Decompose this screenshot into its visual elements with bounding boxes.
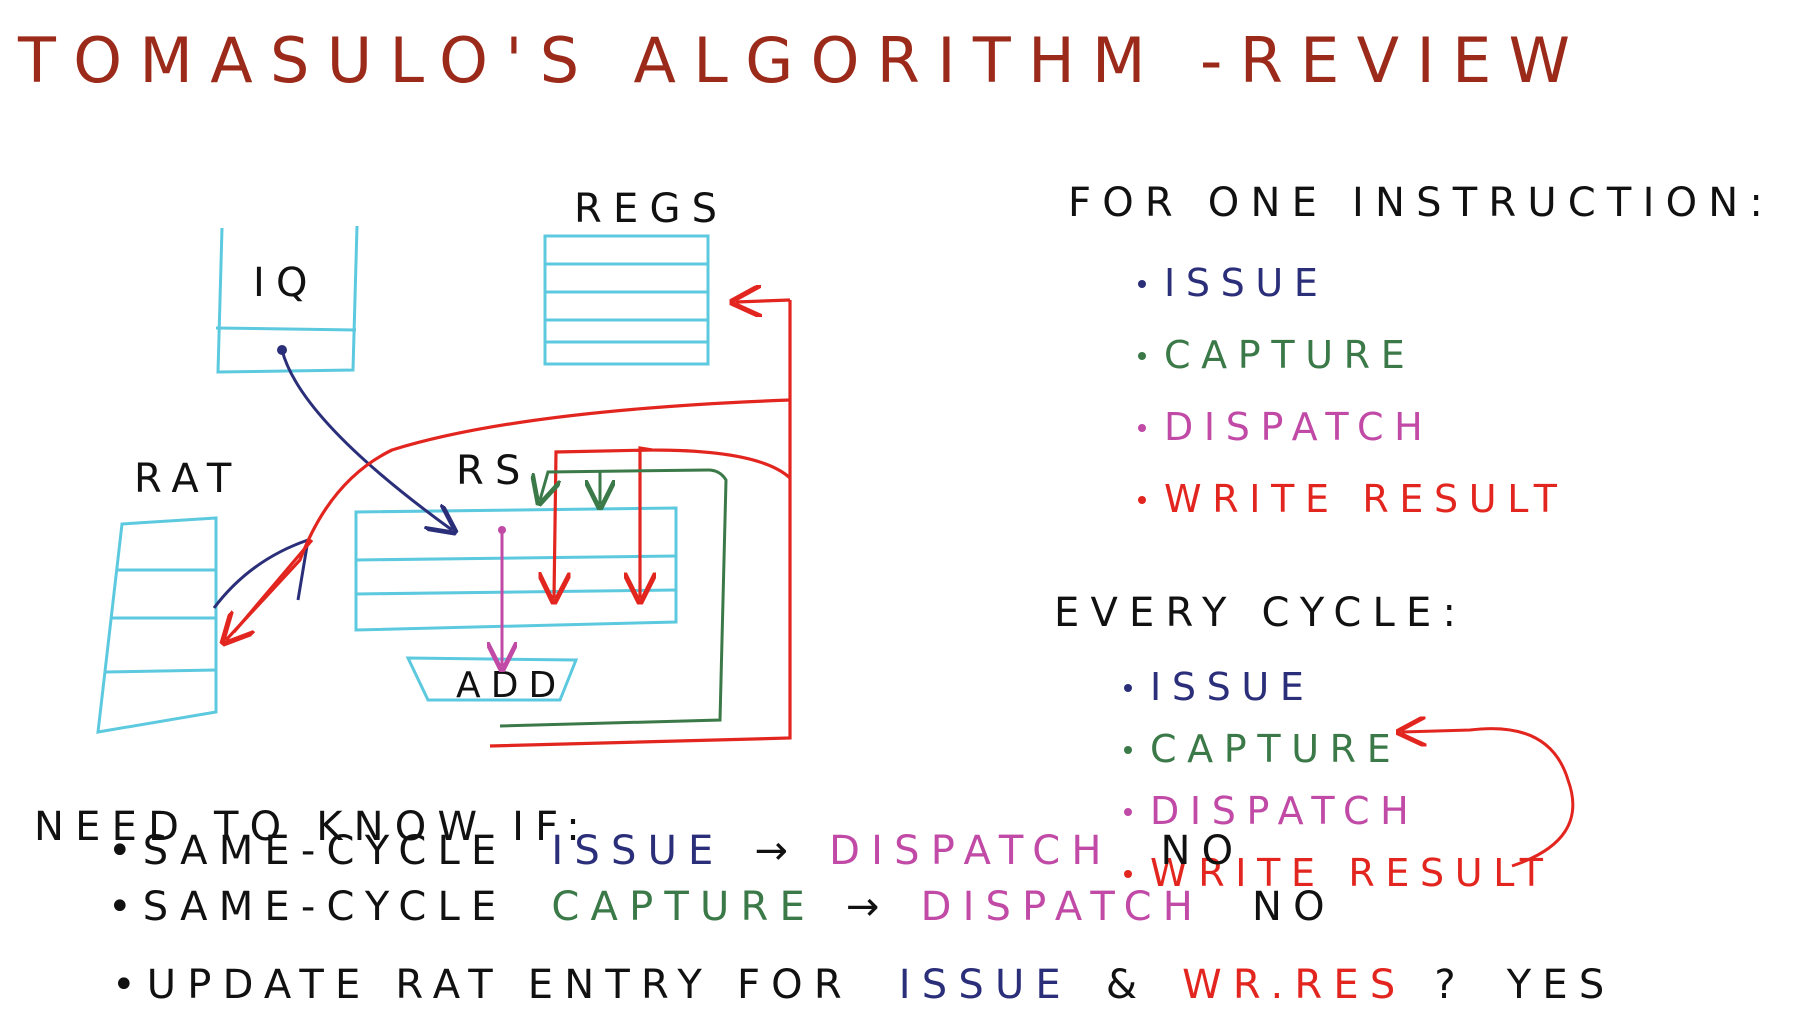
note-q2-answer: NO	[1252, 884, 1336, 930]
note-q3-q: ?	[1434, 962, 1466, 1008]
regs-label: REGS	[574, 186, 728, 232]
rs-label: RS	[456, 448, 532, 494]
note-q2-a: CAPTURE	[551, 884, 816, 930]
every-cycle-heading: EVERY CYCLE:	[1054, 590, 1467, 636]
note-q3-prefix: •UPDATE RAT ENTRY FOR	[112, 962, 853, 1008]
note-q1-prefix: •SAME-CYCLE	[108, 828, 507, 874]
every-cycle-bullet-2	[1124, 808, 1132, 816]
one-instruction-item-2: DISPATCH	[1164, 405, 1433, 449]
one-instruction-item-1: CAPTURE	[1164, 333, 1415, 377]
note-q1-a: ISSUE	[551, 828, 724, 874]
note-q2-b: DISPATCH	[921, 884, 1205, 930]
note-q1-arrow: →	[754, 828, 799, 874]
notes: NEED TO KNOW IF: •SAME-CYCLE ISSUE → DIS…	[34, 804, 1615, 1008]
iq-label: IQ	[253, 260, 319, 306]
rs-box	[354, 506, 678, 632]
note-q2: •SAME-CYCLE CAPTURE → DISPATCH NO	[108, 884, 1336, 930]
every-cycle-item-0: ISSUE	[1150, 665, 1314, 709]
regs-box	[543, 234, 710, 366]
page-title: TOMASULO'S ALGORITHM -REVIEW	[17, 24, 1587, 97]
note-q1: •SAME-CYCLE ISSUE → DISPATCH NO	[108, 828, 1244, 874]
one-instruction-item-0: ISSUE	[1164, 261, 1328, 305]
one-instruction-item-3: WRITE RESULT	[1164, 477, 1568, 521]
note-q3-b: WR.RES	[1182, 962, 1406, 1008]
every-cycle-item-2: DISPATCH	[1150, 789, 1419, 833]
note-q3-answer: YES	[1506, 962, 1616, 1008]
note-q3-amp: &	[1106, 962, 1148, 1008]
diagram: IQ REGS RAT RS ADD	[96, 186, 792, 748]
one-instruction-items: ISSUE CAPTURE DISPATCH WRITE RESULT	[1138, 261, 1568, 521]
one-instruction-bullet-3	[1138, 496, 1146, 504]
note-q2-arrow: →	[846, 884, 891, 930]
note-q2-prefix: •SAME-CYCLE	[108, 884, 507, 930]
rat-box	[96, 516, 218, 734]
note-q1-answer: NO	[1161, 828, 1245, 874]
one-instruction-bullet-1	[1138, 352, 1146, 360]
note-q1-b: DISPATCH	[829, 828, 1113, 874]
every-cycle-item-1: CAPTURE	[1150, 727, 1401, 771]
note-q3-a: ISSUE	[899, 962, 1072, 1008]
one-instruction-list: FOR ONE INSTRUCTION: ISSUE CAPTURE DISPATC…	[1068, 180, 1774, 521]
every-cycle-bullet-0	[1124, 684, 1132, 692]
whiteboard: TOMASULO'S ALGORITHM -REVIEW IQ REGS RAT	[17, 24, 1774, 1008]
cycle-loop-arrow	[1402, 729, 1575, 868]
one-instruction-bullet-0	[1138, 280, 1146, 288]
rat-label: RAT	[134, 456, 242, 502]
every-cycle-bullet-1	[1124, 746, 1132, 754]
note-q3: •UPDATE RAT ENTRY FOR ISSUE & WR.RES ? Y…	[112, 962, 1615, 1008]
add-label: ADD	[456, 665, 566, 706]
one-instruction-heading: FOR ONE INSTRUCTION:	[1068, 180, 1774, 226]
one-instruction-bullet-2	[1138, 424, 1146, 432]
